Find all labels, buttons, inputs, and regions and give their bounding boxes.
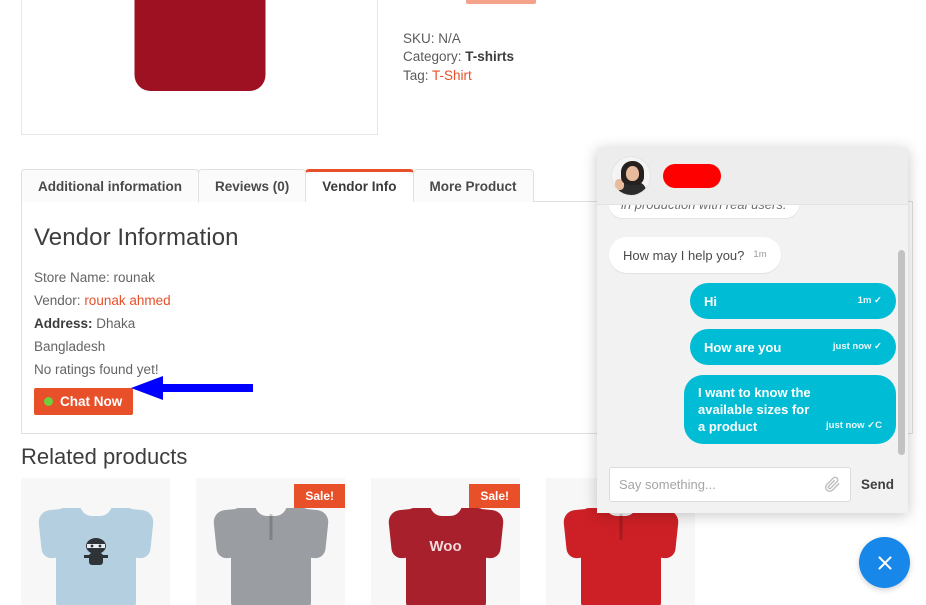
- partial-add-to-cart-button[interactable]: [466, 0, 536, 4]
- address-value: Dhaka: [96, 316, 136, 331]
- chat-bubble-outgoing: How are you just now ✓: [690, 329, 896, 365]
- chat-now-label: Chat Now: [60, 394, 123, 409]
- shirt-body: [134, 0, 265, 91]
- polo-placket: [619, 514, 622, 540]
- chat-bubble-incoming: How may I help you? 1m: [609, 237, 781, 273]
- tag-label: Tag:: [403, 67, 429, 83]
- chat-message-text: How may I help you?: [623, 248, 745, 263]
- tab-more-product[interactable]: More Product: [412, 169, 534, 202]
- close-icon: [877, 555, 892, 570]
- sale-badge: Sale!: [469, 484, 520, 508]
- chat-message-text: in production with real users.: [621, 205, 787, 213]
- chat-message-stamp: 1m ✓: [857, 295, 882, 306]
- related-products-list: Sale! Sale! Woo: [21, 478, 695, 605]
- vendor-label: Vendor:: [34, 293, 81, 308]
- send-button[interactable]: Send: [861, 477, 896, 492]
- chat-message-input[interactable]: [619, 476, 824, 492]
- category-value: T-shirts: [465, 49, 515, 65]
- product-sku-row: SKU: N/A: [403, 30, 514, 48]
- product-page: SKU: N/A Category: T-shirts Tag: T-Shirt…: [0, 0, 926, 605]
- tab-reviews[interactable]: Reviews (0): [198, 169, 307, 202]
- chat-message-row: Hi 1m ✓: [609, 283, 896, 319]
- related-product-card-1[interactable]: [21, 478, 170, 605]
- tee-body: [405, 508, 486, 605]
- sku-label: SKU:: [403, 31, 435, 46]
- chat-message-row: How may I help you? 1m: [609, 237, 896, 273]
- chat-message-text: How are you: [704, 340, 782, 355]
- woo-print-text: Woo: [429, 538, 462, 555]
- store-name-label: Store Name:: [34, 270, 110, 285]
- agent-avatar: [611, 156, 651, 196]
- chat-now-button[interactable]: Chat Now: [34, 388, 134, 415]
- product-image-gallery[interactable]: [21, 0, 378, 135]
- ninja-tee-image: [37, 492, 154, 605]
- related-products-heading: Related products: [21, 444, 188, 469]
- chat-message-text: I want to know the available sizes for a…: [698, 385, 811, 434]
- chat-message-row: I want to know the available sizes for a…: [609, 375, 896, 444]
- chat-message-row: How are you just now ✓: [609, 329, 896, 365]
- clipped-message-row: in production with real users.: [609, 205, 799, 219]
- related-product-card-2[interactable]: Sale!: [196, 478, 345, 605]
- chat-input-shell[interactable]: [609, 466, 851, 502]
- chat-input-bar: Send: [597, 455, 908, 513]
- tab-additional-information[interactable]: Additional information: [21, 169, 199, 202]
- sale-badge: Sale!: [294, 484, 345, 508]
- grey-polo-image: [212, 492, 329, 605]
- chat-bubble-outgoing: I want to know the available sizes for a…: [684, 375, 896, 444]
- chat-bubble-clipped: in production with real users.: [609, 205, 799, 218]
- woo-tee-image: Woo: [387, 492, 504, 605]
- tag-link[interactable]: T-Shirt: [432, 68, 472, 83]
- product-meta: SKU: N/A Category: T-shirts Tag: T-Shirt: [403, 30, 514, 85]
- sku-value: N/A: [438, 31, 461, 46]
- vendor-name-link[interactable]: rounak ahmed: [84, 293, 170, 308]
- chat-message-list[interactable]: in production with real users. How may I…: [597, 205, 908, 455]
- polo-placket: [269, 514, 272, 540]
- chat-close-button[interactable]: [859, 537, 910, 588]
- attachment-paperclip-icon[interactable]: [824, 476, 841, 493]
- chat-message-stamp: 1m: [753, 249, 767, 260]
- related-product-card-3[interactable]: Sale! Woo: [371, 478, 520, 605]
- address-label: Address:: [34, 316, 93, 331]
- product-shirt-image: [112, 0, 287, 112]
- chat-message-stamp: just now ✓C: [826, 420, 882, 431]
- agent-name-redaction: [663, 164, 721, 188]
- chat-widget: in production with real users. How may I…: [597, 148, 908, 513]
- product-category-row: Category: T-shirts: [403, 48, 514, 66]
- avatar-face: [626, 166, 639, 181]
- online-status-dot: [44, 397, 53, 406]
- chat-bubble-outgoing: Hi 1m ✓: [690, 283, 896, 319]
- store-name-value: rounak: [113, 270, 155, 285]
- chat-message-text: Hi: [704, 294, 717, 309]
- chat-scrollbar[interactable]: [898, 250, 905, 455]
- product-tag-row: Tag: T-Shirt: [403, 67, 514, 85]
- chat-header: [597, 148, 908, 205]
- category-label: Category:: [403, 49, 462, 65]
- chat-message-stamp: just now ✓: [832, 341, 882, 352]
- ninja-print-icon: [83, 538, 108, 565]
- tab-vendor-info[interactable]: Vendor Info: [305, 169, 414, 202]
